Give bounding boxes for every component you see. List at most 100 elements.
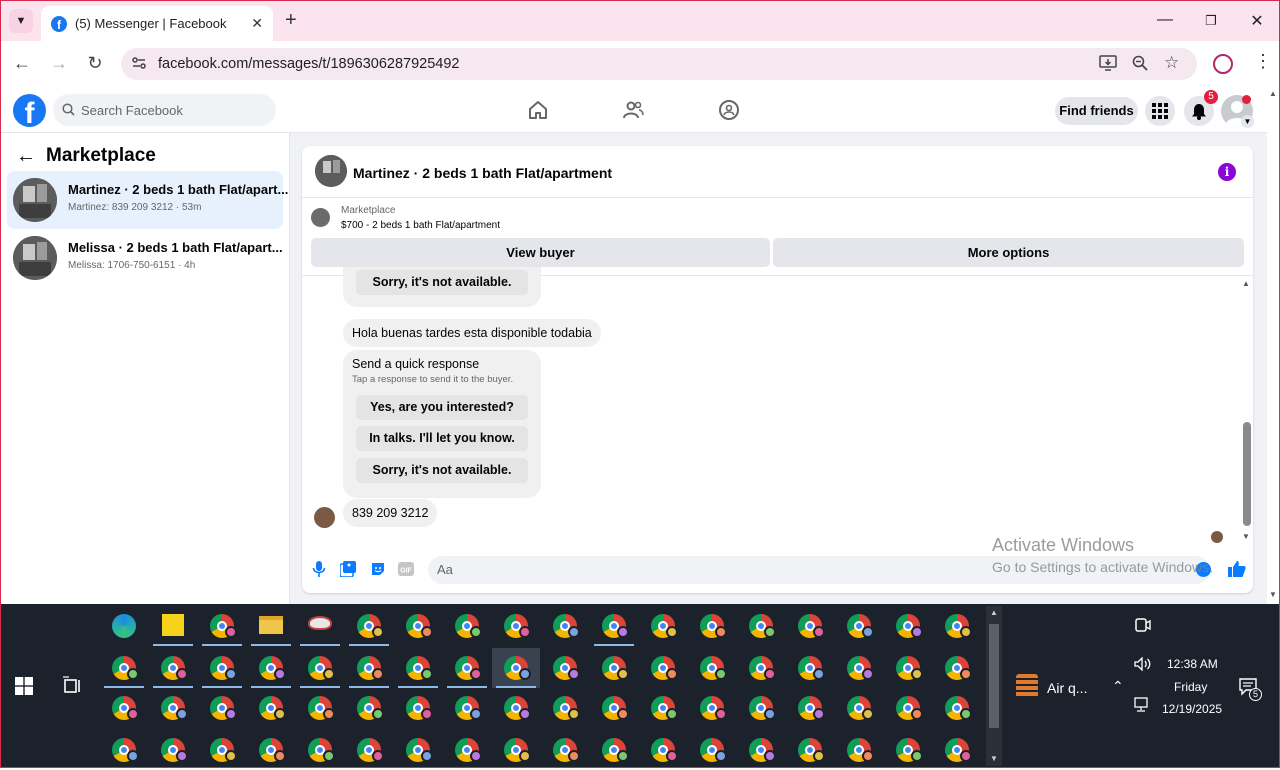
back-arrow-icon[interactable]: ← [16,145,36,168]
chat-listing-avatar[interactable] [315,155,347,187]
taskbar-app-icon[interactable] [688,730,736,770]
taskbar-app-icon[interactable] [443,730,491,770]
quick-response-button[interactable]: Sorry, it's not available. [356,458,528,483]
taskbar-app-icon[interactable] [247,688,295,728]
chat-title[interactable]: Martinez · 2 beds 1 bath Flat/apartment [353,165,612,181]
browser-menu-icon[interactable]: ⋮ [1254,51,1272,72]
taskbar-app-icon[interactable] [100,688,148,728]
taskbar-app-icon[interactable] [247,730,295,770]
taskbar-app-icon[interactable] [492,688,540,728]
taskbar-app-icon[interactable] [149,606,197,646]
network-icon[interactable] [1134,697,1152,718]
taskbar-app-icon[interactable] [933,730,981,770]
restore-button[interactable]: ❐ [1201,13,1221,29]
quick-response-button[interactable]: Sorry, it's not available. [356,270,528,295]
reload-button[interactable]: ↻ [84,53,106,74]
taskbar-app-icon[interactable] [541,730,589,770]
taskbar-app-icon[interactable] [296,688,344,728]
clock-time[interactable]: 12:38 AM [1167,657,1218,671]
scrollbar-thumb[interactable] [1243,422,1251,526]
microphone-icon[interactable] [312,561,328,577]
info-icon[interactable]: i [1218,163,1236,181]
groups-icon[interactable] [718,99,740,121]
taskbar-app-icon[interactable] [688,648,736,688]
clock-date[interactable]: 12/19/2025 [1162,702,1222,716]
taskbar-app-icon[interactable] [541,688,589,728]
meet-now-icon[interactable] [1135,616,1151,639]
back-button[interactable]: ← [11,53,33,74]
taskbar-app-icon[interactable] [884,730,932,770]
install-app-icon[interactable] [1099,55,1117,75]
taskbar-app-icon[interactable] [345,648,393,688]
sticker-icon[interactable] [370,561,386,577]
taskbar-app-icon[interactable] [786,606,834,646]
taskbar-app-icon[interactable] [345,688,393,728]
taskbar-app-icon[interactable] [835,688,883,728]
taskbar-app-icon[interactable] [590,730,638,770]
menu-grid-button[interactable] [1145,96,1175,126]
taskbar-app-icon[interactable] [737,688,785,728]
home-icon[interactable] [527,99,549,121]
minimize-button[interactable]: — [1155,11,1175,29]
page-scroll-down-icon[interactable]: ▼ [1269,590,1277,599]
taskbar-app-icon[interactable] [100,730,148,770]
taskbar-app-icon[interactable] [933,606,981,646]
taskbar-app-icon[interactable] [198,730,246,770]
taskbar-app-icon[interactable] [492,648,540,688]
taskbar-app-icon[interactable] [443,606,491,646]
like-thumb-icon[interactable] [1228,560,1246,577]
taskbar-app-icon[interactable] [345,730,393,770]
taskbar-app-icon[interactable] [198,688,246,728]
conversation-item[interactable]: Martinez · 2 beds 1 bath Flat/apart... M… [7,171,288,229]
weather-icon[interactable] [1016,674,1038,698]
taskbar-app-icon[interactable] [688,606,736,646]
taskbar-app-icon[interactable] [688,688,736,728]
friends-icon[interactable] [622,99,644,121]
weather-label[interactable]: Air q... [1047,680,1087,696]
taskbar-app-icon[interactable] [541,648,589,688]
scroll-up-arrow-icon[interactable]: ▲ [1242,279,1250,288]
taskbar-app-icon[interactable] [639,688,687,728]
bookmark-star-icon[interactable]: ☆ [1164,53,1179,73]
listing-title[interactable]: $700 - 2 beds 1 bath Flat/apartment [341,220,500,231]
gif-icon[interactable]: GIF [398,561,414,577]
taskbar-app-icon[interactable] [198,606,246,646]
taskbar-app-icon[interactable] [884,648,932,688]
taskbar-app-icon[interactable] [639,648,687,688]
taskbar-app-icon[interactable] [884,688,932,728]
view-buyer-button[interactable]: View buyer [311,238,770,267]
taskbar-app-icon[interactable] [933,648,981,688]
taskbar-app-icon[interactable] [149,730,197,770]
tab-search-button[interactable]: ▼ [9,9,33,33]
taskbar-app-icon[interactable] [590,648,638,688]
taskbar-app-icon[interactable] [590,688,638,728]
taskbar-app-icon[interactable] [247,606,295,646]
page-scrollbar[interactable]: ▲ ▼ [1267,87,1279,604]
buyer-avatar[interactable] [314,507,335,528]
taskbar-app-icon[interactable] [296,730,344,770]
site-info-icon[interactable] [131,55,147,75]
account-chevron-icon[interactable]: ▼ [1241,115,1254,128]
new-tab-button[interactable]: + [285,9,297,32]
taskbar-app-icon[interactable] [345,606,393,646]
page-scroll-up-icon[interactable]: ▲ [1269,89,1277,98]
taskbar-scroll-down-icon[interactable]: ▼ [990,754,998,763]
taskbar-app-icon[interactable] [933,688,981,728]
taskbar-app-icon[interactable] [296,648,344,688]
taskbar-app-icon[interactable] [149,688,197,728]
scroll-down-arrow-icon[interactable]: ▼ [1242,532,1250,541]
forward-button[interactable]: → [48,53,70,74]
taskbar-app-icon[interactable] [590,606,638,646]
windows-start-icon[interactable] [15,677,33,695]
taskbar-app-icon[interactable] [149,648,197,688]
taskbar-app-icon[interactable] [492,730,540,770]
taskbar-app-icon[interactable] [835,606,883,646]
taskbar-app-icon[interactable] [884,606,932,646]
taskbar-app-icon[interactable] [296,606,344,646]
taskbar-app-icon[interactable] [247,648,295,688]
taskbar-app-icon[interactable] [737,730,785,770]
zoom-icon[interactable] [1132,55,1148,75]
address-bar[interactable]: facebook.com/messages/t/1896306287925492… [121,48,1197,80]
show-hidden-icons-chevron-icon[interactable]: ⌃ [1112,678,1124,695]
volume-icon[interactable] [1134,656,1152,676]
